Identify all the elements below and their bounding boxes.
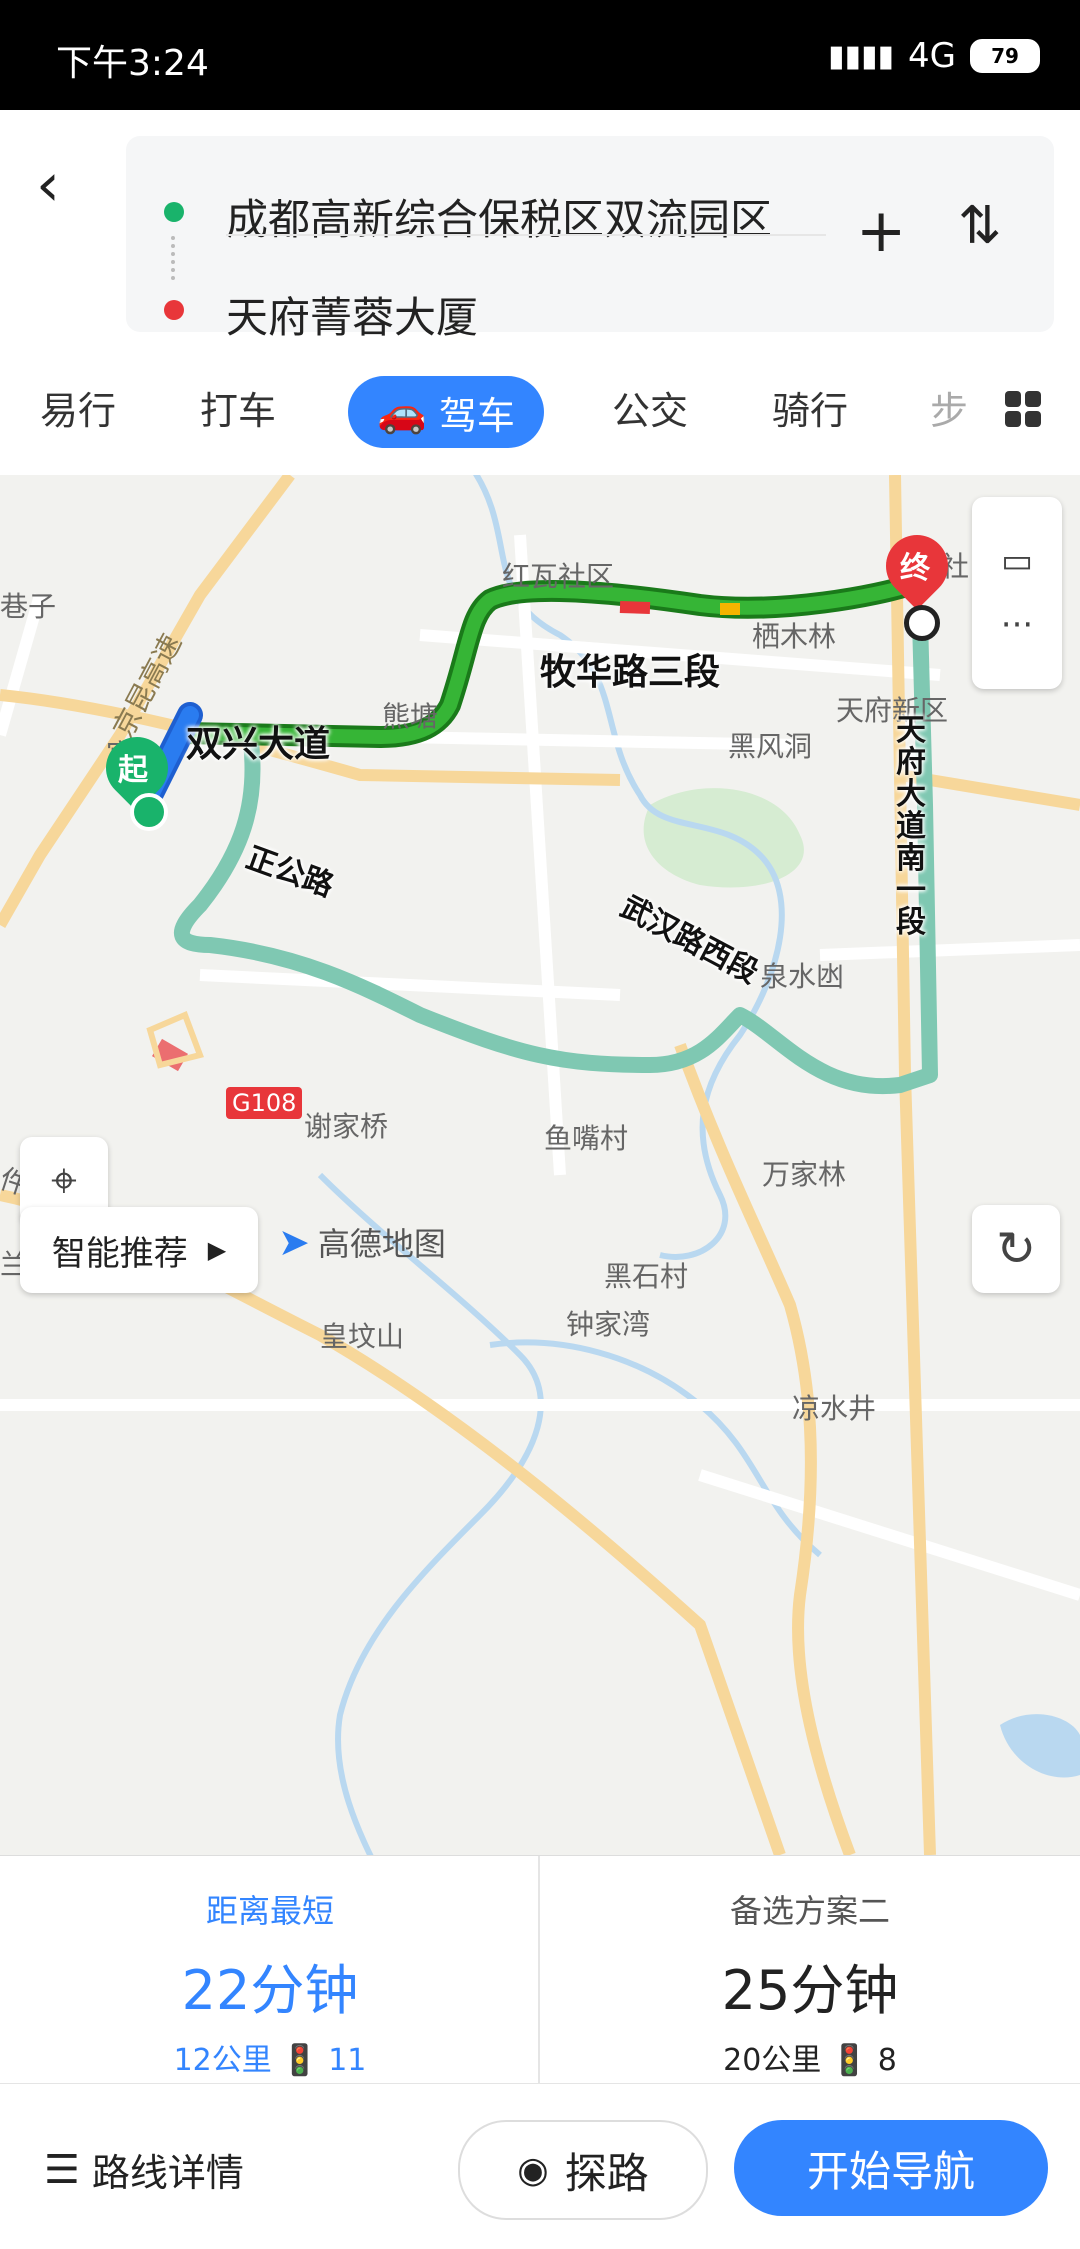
plan-time: 22分钟 [181,1959,359,2022]
bottom-action-bar: ☰ 路线详情 ◉ 探路 开始导航 [0,2083,1080,2249]
route-connector [171,236,179,280]
refresh-icon[interactable]: ↻ [972,1205,1060,1293]
map-place: 鱼嘴村 [544,1122,629,1155]
tab-drive-label: 驾车 [438,393,515,438]
plan-card-2[interactable]: 备选方案二 25分钟 20公里 🚦 8 [540,1856,1080,2084]
smart-recommend-button[interactable]: 智能推荐 ▶ [20,1207,258,1293]
tab-taxi[interactable]: 打车 [200,380,276,435]
road-label: 天府大道南一段 [896,713,926,940]
plan-time: 25分钟 [721,1959,899,2022]
map-place: 红瓦社区 [502,560,615,593]
play-icon: ▶ [207,1236,227,1264]
map-tools-panel: ▭ ··· [972,497,1062,689]
map-place: 万家林 [762,1158,847,1191]
tab-yixing[interactable]: 易行 [40,380,116,435]
map-place: 黑风洞 [728,730,813,763]
traffic-light-icon: 🚦 [281,2043,319,2078]
tab-walk[interactable]: 步 [930,380,968,435]
end-marker-label: 终 [900,551,930,586]
more-icon[interactable]: ··· [1001,605,1033,645]
end-dot-icon [164,300,184,320]
map-place: 栖木林 [752,620,837,653]
plan-lights: 11 [328,2043,367,2078]
map-place: 凉水井 [792,1392,877,1425]
plan-distance: 20公里 [723,2043,822,2078]
start-dot-icon [164,202,184,222]
swap-icon[interactable]: ⇅ [958,196,1002,256]
road-label: 牧华路三段 [540,652,721,693]
map-place: 熊塘 [382,700,439,733]
route-details-button[interactable]: ☰ 路线详情 [44,2142,244,2197]
map-place: 巷子 [0,590,57,623]
end-location-field[interactable]: 天府菁蓉大厦 [226,284,478,345]
start-location-field[interactable]: 成都高新综合保税区双流园区 [226,186,772,247]
car-icon: 🚗 [377,389,427,436]
amap-logo-text: 高德地图 [317,1225,446,1263]
amap-logo-icon: ➤ [278,1220,310,1264]
map-place: 皇坟山 [320,1320,405,1353]
status-time: 下午3:24 [56,43,209,84]
route-details-label: 路线详情 [91,2151,244,2195]
map-place: 谢家桥 [304,1110,389,1143]
tab-bike[interactable]: 骑行 [772,380,848,435]
map-place: 黑石村 [604,1260,689,1293]
plan-lights: 8 [877,2043,897,2078]
grid-menu-icon[interactable] [1004,390,1042,428]
map-place: 钟家湾 [566,1308,651,1341]
plan-card-1[interactable]: 距离最短 22分钟 12公里 🚦 11 [0,1856,540,2084]
traffic-icon[interactable]: ▭ [1001,541,1033,581]
list-icon: ☰ [44,2146,80,2193]
plan-distance: 12公里 [173,2043,272,2078]
mode-tabs: 易行 打车 🚗 驾车 公交 骑行 步 [0,350,1080,475]
explore-label: 探路 [564,2148,649,2198]
divider [226,234,826,236]
end-point-icon [904,605,940,641]
start-point-icon [130,793,168,831]
route-header: ‹ 成都高新综合保税区双流园区 天府菁蓉大厦 + ⇅ [0,110,1080,350]
smart-recommend-label: 智能推荐 [51,1233,188,1274]
status-bar: 下午3:24 ▮▮▮▮ 4G 79 [0,0,1080,110]
network-type: 4G [908,36,956,76]
explore-button[interactable]: ◉ 探路 [458,2120,708,2220]
battery-icon: 79 [970,39,1040,73]
plan-tag: 距离最短 [205,1892,334,1930]
start-marker-label: 起 [118,753,148,788]
route-input-box: 成都高新综合保税区双流园区 天府菁蓉大厦 + ⇅ [126,136,1054,342]
plan-tag: 备选方案二 [729,1892,890,1930]
signal-icon: ▮▮▮▮ [827,38,895,74]
tab-bus[interactable]: 公交 [612,380,688,435]
map-view[interactable]: 巷子 红瓦社区 会龙社 京昆高速 栖木林 熊塘 天府新区 官山 黑风洞 泉水凼 … [0,475,1080,1855]
back-icon[interactable]: ‹ [36,150,86,220]
tab-drive[interactable]: 🚗 驾车 [348,376,544,448]
road-label: 双兴大道 [186,724,331,765]
route-plans: 距离最短 22分钟 12公里 🚦 11 备选方案二 25分钟 20公里 🚦 8 [0,1855,1080,2084]
highway-badge: G108 [226,1087,303,1119]
map-logo: ➤ 高德地图 [278,1219,446,1265]
map-place: 泉水凼 [760,960,845,993]
traffic-light-icon: 🚦 [830,2043,869,2078]
radar-icon: ◉ [517,2149,549,2191]
add-waypoint-icon[interactable]: + [856,196,906,266]
start-navigation-button[interactable]: 开始导航 [734,2120,1048,2216]
